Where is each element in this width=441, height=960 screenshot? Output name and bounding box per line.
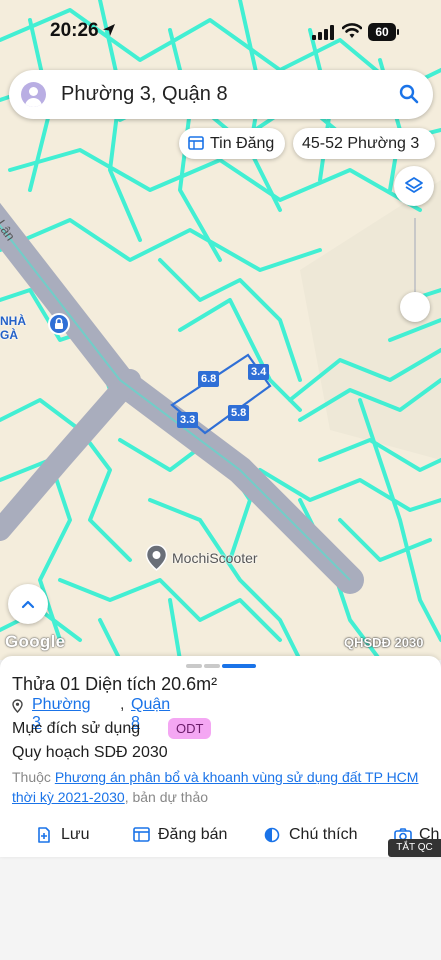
post-sale-label: Đăng bán bbox=[158, 826, 228, 843]
layers-icon bbox=[405, 177, 423, 193]
search-input[interactable]: Phường 3, Quận 8 bbox=[61, 83, 228, 106]
battery-icon: 60 bbox=[368, 23, 400, 41]
source-suffix: , bản dự thảo bbox=[124, 789, 209, 805]
parcel-number: Thửa 01 bbox=[12, 674, 81, 694]
save-label: Lưu bbox=[61, 826, 90, 843]
plan-label: Quy hoạch SDĐ 2030 bbox=[12, 744, 168, 761]
address-chip-label: 45-52 Phường 3 bbox=[302, 135, 420, 152]
news-chip[interactable]: Tin Đăng bbox=[179, 128, 285, 159]
chevron-up-icon bbox=[21, 600, 35, 609]
layer-label: QHSDĐ 2030 bbox=[344, 635, 424, 650]
page-indicator[interactable] bbox=[186, 664, 202, 668]
opacity-slider-thumb[interactable] bbox=[400, 292, 430, 322]
location-pin-icon bbox=[12, 699, 23, 713]
parcel-area: Diện tích 20.6m² bbox=[80, 674, 218, 694]
page-indicator-active[interactable] bbox=[222, 664, 256, 668]
lock-icon bbox=[48, 313, 70, 335]
page-indicator[interactable] bbox=[204, 664, 220, 668]
avatar[interactable] bbox=[21, 82, 46, 107]
expand-up-button[interactable] bbox=[8, 584, 48, 624]
google-logo: Google bbox=[5, 632, 66, 651]
layers-button[interactable] bbox=[394, 166, 434, 206]
search-icon[interactable] bbox=[398, 83, 420, 105]
listing-icon bbox=[188, 136, 204, 150]
battery-level: 60 bbox=[368, 23, 396, 41]
action-bar: Lưu Đăng bán Chú thích Ch bbox=[0, 820, 441, 850]
contrast-icon bbox=[264, 827, 280, 843]
address-chip[interactable]: 45-52 Phường 3 bbox=[293, 128, 435, 159]
source-row: Thuộc Phương án phân bổ và khoanh vùng s… bbox=[12, 767, 432, 807]
dimension-right-label: 3.4 bbox=[248, 364, 270, 380]
news-chip-label: Tin Đăng bbox=[210, 135, 275, 152]
bottom-sheet[interactable]: Thửa 01 Diện tích 20.6m² Phường 3 , Quận… bbox=[0, 656, 441, 857]
source-link[interactable]: Phương án phân bổ và khoanh vùng sử dụng… bbox=[12, 769, 418, 805]
purpose-badge: ODT bbox=[168, 718, 212, 739]
status-time: 20:26 bbox=[50, 20, 99, 41]
wifi-icon bbox=[342, 23, 362, 38]
place-pin-icon[interactable] bbox=[145, 544, 168, 571]
purpose-label: Mục đích sử dụng bbox=[12, 720, 141, 737]
legend-label: Chú thích bbox=[289, 826, 358, 843]
status-bar: 20:26 60 bbox=[0, 0, 441, 62]
cellular-signal-icon bbox=[312, 25, 334, 40]
location-arrow-icon bbox=[103, 24, 115, 36]
source-prefix: Thuộc bbox=[12, 769, 55, 785]
poi-gas-label: NHÀ GÀ bbox=[0, 314, 26, 342]
search-bar[interactable]: Phường 3, Quận 8 bbox=[9, 70, 433, 119]
dimension-top-label: 6.8 bbox=[198, 371, 220, 387]
address-separator: , bbox=[120, 696, 125, 713]
listing-icon bbox=[133, 827, 150, 842]
add-document-icon bbox=[38, 827, 50, 843]
disable-ads-button[interactable]: TẮT QC bbox=[388, 839, 441, 857]
poi-scooter-label[interactable]: MochiScooter bbox=[172, 550, 258, 566]
dimension-left-label: 3.3 bbox=[177, 412, 199, 428]
dimension-bottom-label: 5.8 bbox=[228, 405, 250, 421]
parcel-title: Thửa 01 Diện tích 20.6m² bbox=[12, 674, 217, 695]
